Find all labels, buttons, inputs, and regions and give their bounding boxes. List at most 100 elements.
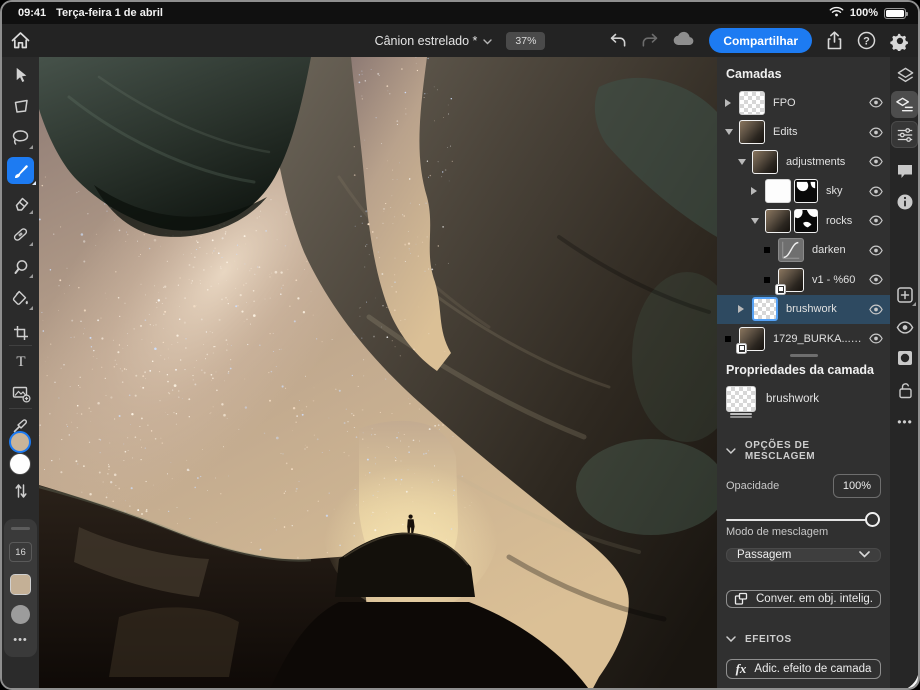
layer-row[interactable]: brushwork xyxy=(717,295,890,325)
layer-thumbnail[interactable] xyxy=(739,327,765,351)
undo-button[interactable] xyxy=(609,33,627,48)
more-icon[interactable]: ••• xyxy=(894,411,916,433)
rail-divider xyxy=(9,345,32,346)
layer-mask-thumbnail[interactable] xyxy=(794,209,818,233)
layer-visibility-toggle[interactable] xyxy=(869,186,883,197)
layer-row[interactable]: 1729_BURKA...anced-NR33 xyxy=(717,324,890,354)
comment-icon[interactable] xyxy=(894,160,916,182)
rail-divider xyxy=(9,408,32,409)
cloud-sync-icon[interactable] xyxy=(673,31,695,51)
info-icon[interactable] xyxy=(894,191,916,213)
layer-row[interactable]: rocks xyxy=(717,206,890,236)
move-tool[interactable] xyxy=(10,64,31,85)
crop-tool[interactable] xyxy=(10,322,31,343)
zoom-level-badge[interactable]: 37% xyxy=(506,32,545,50)
layer-thumbnail[interactable] xyxy=(778,268,804,292)
layer-row[interactable]: darken xyxy=(717,236,890,266)
layer-mask-thumbnail[interactable] xyxy=(794,179,818,203)
layer-thumbnail[interactable] xyxy=(765,179,791,203)
fill-tool[interactable] xyxy=(10,288,31,309)
magnify-tool[interactable] xyxy=(10,256,31,277)
layer-visibility-toggle[interactable] xyxy=(869,274,883,285)
healing-tool[interactable] xyxy=(10,224,31,245)
layer-thumbnail[interactable] xyxy=(739,91,765,115)
layer-name: brushwork xyxy=(786,303,865,315)
lasso-select-tool[interactable] xyxy=(10,127,31,148)
blend-mode-label: Modo de mesclagem xyxy=(726,526,828,538)
layer-thumbnail[interactable] xyxy=(765,209,791,233)
layer-expander xyxy=(764,247,778,253)
layer-visibility-toggle[interactable] xyxy=(869,215,883,226)
status-date: Terça-feira 1 de abril xyxy=(56,7,163,19)
eraser-tool[interactable] xyxy=(10,192,31,213)
layer-name: darken xyxy=(812,244,865,256)
clock: 09:41 xyxy=(18,7,46,19)
document-title-menu[interactable]: Cânion estrelado * xyxy=(375,34,493,48)
layer-thumbnail[interactable] xyxy=(752,297,778,321)
layer-expander[interactable] xyxy=(725,99,739,107)
layer-row[interactable]: Edits xyxy=(717,118,890,148)
add-layer-icon[interactable] xyxy=(894,284,916,306)
layer-visibility-toggle[interactable] xyxy=(869,97,883,108)
smart-object-badge xyxy=(775,284,786,295)
layer-visibility-toggle[interactable] xyxy=(869,245,883,256)
panel-drag-handle[interactable] xyxy=(11,527,30,530)
convert-smart-object-button[interactable]: Conver. em obj. intelig. xyxy=(726,590,881,608)
swap-colors-button[interactable] xyxy=(10,480,31,501)
fx-icon: fx xyxy=(736,661,747,677)
effects-header[interactable]: EFEITOS xyxy=(717,626,890,653)
chevron-down-icon xyxy=(726,448,736,454)
layer-expander[interactable] xyxy=(751,218,765,224)
redo-button[interactable] xyxy=(641,33,659,48)
layer-properties-icon[interactable] xyxy=(891,91,918,118)
brush-size-field[interactable]: 16 xyxy=(9,542,32,562)
blend-options-header[interactable]: OPÇÕES DE MESCLAGEM xyxy=(717,432,890,470)
layer-visibility-toggle[interactable] xyxy=(869,156,883,167)
layer-name: 1729_BURKA...anced-NR33 xyxy=(773,333,865,345)
layer-thumbnail[interactable] xyxy=(752,150,778,174)
add-layer-effect-button[interactable]: fx Adic. efeito de camada xyxy=(726,659,881,679)
layer-thumbnail[interactable] xyxy=(778,238,804,262)
layers-icon[interactable] xyxy=(894,64,916,86)
opacity-label: Opacidade xyxy=(726,480,779,492)
foreground-color-swatch[interactable] xyxy=(9,431,31,453)
layer-expander[interactable] xyxy=(738,305,752,313)
layer-properties-title: Propriedades da camada xyxy=(717,357,890,384)
brush-color-swatch[interactable] xyxy=(10,574,31,595)
layer-name: FPO xyxy=(773,97,865,109)
transform-tool[interactable] xyxy=(10,95,31,116)
layer-row[interactable]: adjustments xyxy=(717,147,890,177)
settings-gear-button[interactable] xyxy=(890,31,910,51)
canvas-photo[interactable] xyxy=(39,57,717,690)
layer-row[interactable]: v1 - %60 xyxy=(717,265,890,295)
brush-options-panel: 16 ••• xyxy=(4,519,37,657)
layer-visibility-toggle[interactable] xyxy=(869,127,883,138)
lock-icon[interactable] xyxy=(894,379,916,401)
layer-visibility-toggle[interactable] xyxy=(869,333,883,344)
top-toolbar: Cânion estrelado * 37% Compartilhar ? xyxy=(2,24,918,57)
layer-row[interactable]: FPO xyxy=(717,88,890,118)
place-photo-tool[interactable] xyxy=(10,382,31,403)
export-icon[interactable] xyxy=(826,31,843,50)
visibility-icon[interactable] xyxy=(894,316,916,338)
more-options-icon[interactable]: ••• xyxy=(4,634,37,646)
brush-tool[interactable] xyxy=(7,157,34,184)
brush-tip-preview[interactable] xyxy=(11,605,30,624)
blend-mode-dropdown[interactable]: Passagem xyxy=(726,548,881,562)
layer-visibility-toggle[interactable] xyxy=(869,304,883,315)
help-button[interactable]: ? xyxy=(857,31,876,50)
effects-hint-text: Tente adicionar um traçado ou xyxy=(717,685,890,690)
adjustments-icon[interactable] xyxy=(891,121,918,148)
layer-thumbnail[interactable] xyxy=(739,120,765,144)
layer-expander[interactable] xyxy=(738,159,752,165)
type-tool[interactable]: T xyxy=(10,350,31,371)
layer-expander[interactable] xyxy=(751,187,765,195)
background-color-swatch[interactable] xyxy=(9,453,31,475)
mask-icon[interactable] xyxy=(894,347,916,369)
share-button[interactable]: Compartilhar xyxy=(709,28,812,53)
opacity-slider-knob[interactable] xyxy=(865,512,880,527)
layer-name: sky xyxy=(826,185,865,197)
layer-expander[interactable] xyxy=(725,129,739,135)
layer-row[interactable]: sky xyxy=(717,177,890,207)
opacity-value-field[interactable]: 100% xyxy=(833,474,881,498)
